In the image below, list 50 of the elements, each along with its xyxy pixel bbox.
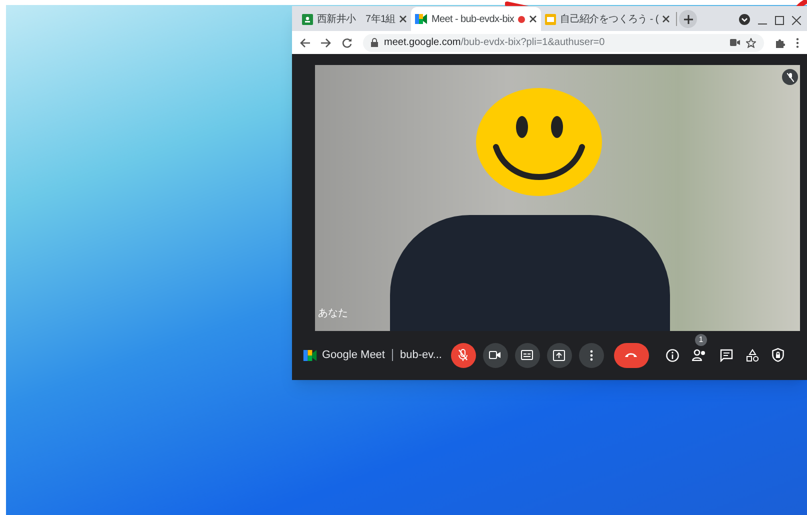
more-button[interactable] <box>578 342 604 368</box>
captions-button[interactable] <box>514 342 540 368</box>
address-field[interactable]: meet.google.com/bub-evdx-bix?pli=1&authuser=0 <box>363 34 764 52</box>
classroom-icon <box>302 14 313 24</box>
back-arrow-icon[interactable] <box>300 38 310 48</box>
close-icon[interactable] <box>399 15 408 23</box>
close-icon[interactable] <box>662 15 670 23</box>
camera-logo-icon <box>415 14 428 24</box>
leave-call-button[interactable] <box>614 342 649 368</box>
maximize-icon[interactable] <box>775 16 784 25</box>
mic-button[interactable] <box>450 342 476 368</box>
reload-icon[interactable] <box>342 38 352 48</box>
tab-title: 西新井小 7年1組 <box>317 12 396 26</box>
people-icon[interactable] <box>692 349 707 361</box>
meeting-code: bub-ev... <box>400 348 442 363</box>
star-icon[interactable] <box>746 38 756 48</box>
captions-icon <box>521 350 534 360</box>
url-path: /bub-evdx-bix?pli=1&authuser=0 <box>460 37 605 48</box>
participant-count-badge: 1 <box>694 334 707 346</box>
info-icon[interactable] <box>666 348 679 362</box>
lock-icon <box>371 38 378 47</box>
close-icon[interactable] <box>529 15 538 23</box>
tab-title: Meet - bub-evdx-bix <box>431 12 514 26</box>
camera-button[interactable] <box>482 342 508 368</box>
chat-icon[interactable] <box>720 348 733 362</box>
new-tab-button[interactable] <box>679 10 698 28</box>
tab-title: 自己紹介をつくろう - ( <box>560 12 658 26</box>
present-screen-icon <box>553 350 566 360</box>
forward-arrow-icon[interactable] <box>321 38 331 48</box>
present-button[interactable] <box>546 342 572 368</box>
participant-name: あなた <box>318 307 348 321</box>
menu-icon[interactable] <box>796 38 799 48</box>
browser-tab[interactable]: Meet - bub-evdx-bix <box>411 7 542 31</box>
plus-icon <box>684 14 693 24</box>
close-icon[interactable] <box>792 16 801 25</box>
camera-icon <box>489 350 502 360</box>
camera-icon <box>730 39 740 46</box>
slides-icon <box>545 14 556 24</box>
shapes-icon[interactable] <box>746 348 759 362</box>
url-host: meet.google.com <box>384 37 461 48</box>
shield-lock-icon[interactable] <box>772 348 784 362</box>
phone-hang-up-icon <box>624 352 638 358</box>
brand-name: Google Meet <box>322 348 385 363</box>
more-icon <box>590 350 593 360</box>
meet-logo-icon <box>303 350 317 360</box>
browser-tab[interactable]: 西新井小 7年1組 <box>298 7 412 31</box>
tab-search-icon[interactable] <box>739 14 750 25</box>
microphone-icon <box>458 349 468 361</box>
browser-tab[interactable]: 自己紹介をつくろう - ( <box>541 7 674 31</box>
puzzle-icon[interactable] <box>775 38 785 48</box>
